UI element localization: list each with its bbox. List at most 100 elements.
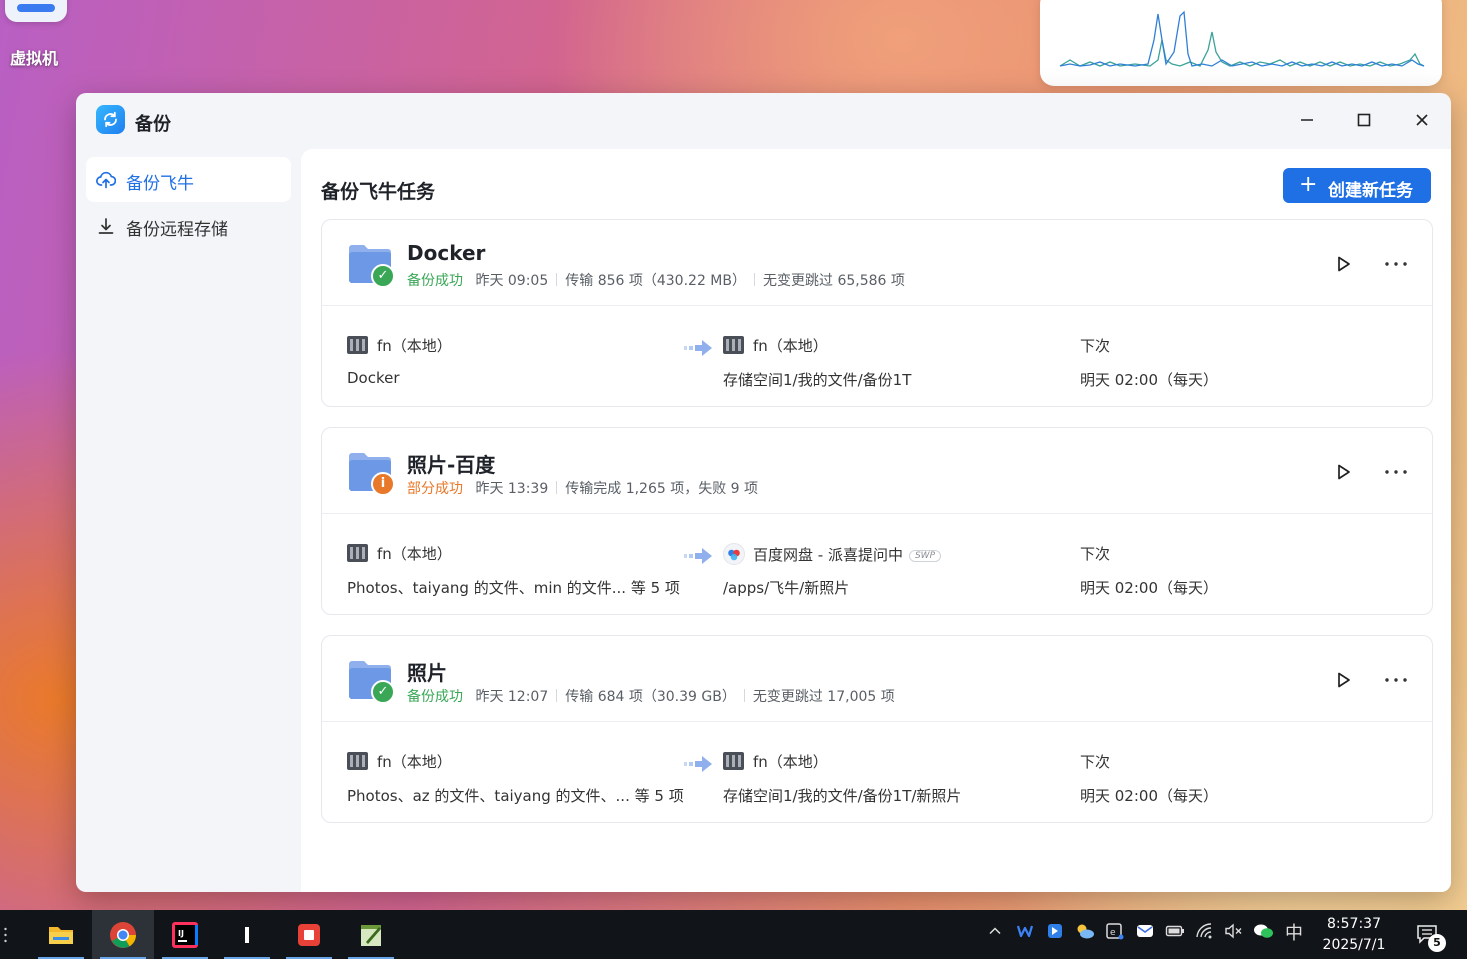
task-card-photos-baidu[interactable]: i 照片-百度 部分成功 昨天 13:39 传输完成 1,265 项，失败 9 项 (321, 427, 1433, 615)
notification-center-button[interactable]: 5 (1414, 922, 1448, 952)
download-icon (98, 218, 114, 234)
nas-icon (347, 336, 368, 354)
tray-screen-capture-icon[interactable]: e (1103, 922, 1127, 946)
task-header: i 照片-百度 部分成功 昨天 13:39 传输完成 1,265 项，失败 9 项 (322, 428, 1432, 514)
more-options-button[interactable] (1382, 461, 1410, 483)
destination-device-label: fn（本地） (753, 337, 828, 355)
maximize-icon (1357, 113, 1371, 127)
transfer-summary: 传输 684 项（30.39 GB） (565, 689, 736, 705)
notification-count-badge: 5 (1428, 934, 1446, 952)
more-icon (1385, 262, 1407, 266)
taskbar-notepad-app[interactable] (340, 910, 402, 959)
task-card-docker[interactable]: ✓ Docker 备份成功 昨天 09:05 传输 856 项（430.22 MB… (321, 219, 1433, 407)
folder-icon: ✓ (347, 658, 395, 704)
task-meta: 部分成功 昨天 13:39 传输完成 1,265 项，失败 9 项 (407, 478, 758, 498)
destination-device: fn（本地） (723, 335, 828, 356)
more-options-button[interactable] (1382, 669, 1410, 691)
next-run-label: 下次 (1080, 337, 1111, 355)
task-details: fn（本地） Photos、az 的文件、taiyang 的文件、... 等 5… (322, 723, 1432, 823)
taskbar-terminal[interactable] (216, 910, 278, 959)
taskbar-file-explorer[interactable] (30, 910, 92, 959)
nas-icon (347, 752, 368, 770)
window-title: 备份 (135, 114, 171, 135)
source-path: Docker (347, 369, 400, 387)
sidebar: 备份飞牛 备份远程存储 (76, 149, 301, 892)
next-run-time: 明天 02:00（每天） (1080, 787, 1218, 805)
create-task-label: 创建新任务 (1328, 181, 1413, 201)
sidebar-item-backup-remote[interactable]: 备份远程存储 (86, 203, 291, 248)
last-run-time: 昨天 09:05 (475, 273, 549, 289)
taskbar-chrome[interactable] (92, 910, 154, 959)
account-tag: SWP (908, 550, 941, 562)
plus-icon: + (1299, 172, 1318, 197)
vm-desktop-label[interactable]: 虚拟机 (10, 45, 58, 69)
cloud-upload-icon (96, 171, 116, 189)
svg-text:e: e (1110, 928, 1116, 938)
arrow-right-icon (684, 548, 712, 564)
task-meta: 备份成功 昨天 09:05 传输 856 项（430.22 MB） 无变更跳过 65… (407, 270, 905, 290)
task-card-photos[interactable]: ✓ 照片 备份成功 昨天 12:07 传输 684 项（30.39 GB） 无变更跳… (321, 635, 1433, 823)
close-icon (1416, 114, 1428, 126)
task-header: ✓ Docker 备份成功 昨天 09:05 传输 856 项（430.22 MB… (322, 220, 1432, 306)
create-task-button[interactable]: + 创建新任务 (1283, 168, 1431, 203)
transfer-summary: 传输完成 1,265 项，失败 9 项 (565, 481, 759, 497)
page-title: 备份飞牛任务 (321, 181, 436, 203)
success-check-icon: ✓ (371, 680, 395, 704)
sidebar-item-backup-fnos[interactable]: 备份飞牛 (86, 157, 291, 202)
destination-path: 存储空间1/我的文件/备份1T (723, 371, 912, 389)
destination-path: /apps/飞牛/新照片 (723, 579, 850, 597)
nas-icon (723, 336, 744, 354)
play-icon (1338, 672, 1350, 688)
destination-device-label: 百度网盘 - 派喜提问中 (753, 546, 903, 564)
svg-text:IJ: IJ (178, 929, 184, 938)
taskbar-intellij[interactable]: IJ (154, 910, 216, 959)
tray-feishu-icon[interactable] (1043, 922, 1067, 946)
taskbar-red-app[interactable] (278, 910, 340, 959)
task-details: fn（本地） Photos、taiyang 的文件、min 的文件... 等 5… (322, 515, 1432, 615)
run-task-button[interactable] (1332, 253, 1354, 275)
tray-overflow-chevron-icon[interactable] (983, 922, 1007, 946)
run-task-button[interactable] (1332, 461, 1354, 483)
run-task-button[interactable] (1332, 669, 1354, 691)
status-text: 部分成功 (407, 481, 463, 497)
minimize-button[interactable] (1292, 107, 1322, 133)
destination-device-label: fn（本地） (753, 753, 828, 771)
more-icon (1385, 678, 1407, 682)
backup-app-icon (96, 105, 125, 134)
clock-date: 2025/7/1 (1322, 937, 1386, 953)
next-run-time: 明天 02:00（每天） (1080, 371, 1218, 389)
task-header: ✓ 照片 备份成功 昨天 12:07 传输 684 项（30.39 GB） 无变更跳… (322, 636, 1432, 722)
sidebar-item-label: 备份远程存储 (126, 220, 228, 240)
system-clock[interactable]: 8:57:37 2025/7/1 (1312, 914, 1396, 956)
tray-wps-icon[interactable] (1013, 922, 1037, 946)
status-text: 备份成功 (407, 689, 463, 705)
taskbar-handle[interactable] (4, 926, 7, 944)
tray-wechat-icon[interactable] (1252, 922, 1276, 946)
arrow-right-icon (684, 340, 712, 356)
status-text: 备份成功 (407, 273, 463, 289)
last-run-time: 昨天 13:39 (475, 481, 549, 497)
red-app-icon (298, 924, 320, 946)
tray-volume-muted-icon[interactable] (1222, 922, 1246, 946)
last-run-time: 昨天 12:07 (475, 689, 549, 705)
main-panel: 备份飞牛任务 + 创建新任务 ✓ Docker 备份成功 昨天 09:05 传输 … (301, 149, 1451, 892)
more-options-button[interactable] (1382, 253, 1410, 275)
source-device: fn（本地） (347, 751, 452, 772)
nas-icon (347, 544, 368, 562)
play-icon (1338, 464, 1350, 480)
more-icon (1385, 470, 1407, 474)
source-path: Photos、taiyang 的文件、min 的文件... 等 5 项 (347, 579, 680, 597)
tray-wifi-icon[interactable] (1193, 922, 1217, 946)
tray-battery-icon[interactable] (1163, 922, 1187, 946)
maximize-button[interactable] (1349, 107, 1379, 133)
ime-indicator[interactable]: 中 (1282, 922, 1306, 946)
skipped-summary: 无变更跳过 17,005 项 (752, 689, 895, 705)
task-name: 照片 (407, 661, 447, 685)
tray-mail-icon[interactable] (1133, 922, 1157, 946)
baidu-netdisk-icon (723, 543, 745, 565)
vm-desktop-icon[interactable] (5, 0, 67, 22)
chrome-icon (110, 922, 137, 948)
minimize-icon (1301, 119, 1313, 121)
tray-weather-icon[interactable] (1073, 922, 1097, 946)
close-button[interactable] (1407, 107, 1437, 133)
